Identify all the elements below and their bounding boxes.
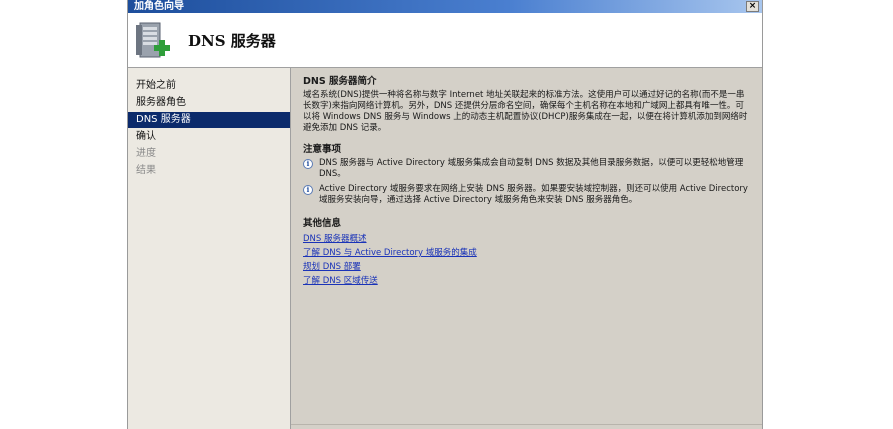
nav-item-before-you-begin[interactable]: 开始之前 [128, 78, 290, 94]
nav-item-server-roles[interactable]: 服务器角色 [128, 95, 290, 111]
notes-heading: 注意事项 [303, 144, 342, 155]
link-dns-zone-transfer[interactable]: 了解 DNS 区域传送 [303, 274, 748, 288]
intro-heading: DNS 服务器简介 [303, 76, 377, 87]
nav-item-dns-server[interactable]: DNS 服务器 [128, 112, 290, 128]
more-info-heading: 其他信息 [303, 218, 342, 229]
link-plan-dns-deployment[interactable]: 规划 DNS 部署 [303, 260, 748, 274]
close-button[interactable]: × [746, 1, 759, 12]
info-icon: i [303, 185, 313, 195]
wizard-header: DNS 服务器 [128, 13, 762, 68]
add-roles-wizard-window: 加角色向导 × DNS 服务器 开始之前 服务器角色 DNS 服务器 确认 进度… [127, 0, 763, 429]
note-item: i Active Directory 域服务要求在网络上安装 DNS 服务器。如… [303, 184, 748, 206]
info-icon: i [303, 159, 313, 169]
link-dns-overview[interactable]: DNS 服务器概述 [303, 232, 748, 246]
window-title: 加角色向导 [134, 1, 184, 12]
note-text: Active Directory 域服务要求在网络上安装 DNS 服务器。如果要… [319, 184, 748, 205]
link-dns-ad-integration[interactable]: 了解 DNS 与 Active Directory 域服务的集成 [303, 246, 748, 260]
nav-item-confirmation[interactable]: 确认 [128, 129, 290, 145]
server-add-icon [136, 22, 170, 58]
note-text: DNS 服务器与 Active Directory 域服务集成会自动复制 DNS… [319, 158, 744, 179]
note-item: i DNS 服务器与 Active Directory 域服务集成会自动复制 D… [303, 158, 748, 180]
page-title: DNS 服务器 [188, 32, 276, 50]
nav-item-results: 结果 [136, 165, 156, 176]
wizard-content: DNS 服务器简介 域名系统(DNS)提供一种将名称与数字 Internet 地… [291, 68, 762, 429]
title-bar: 加角色向导 × [128, 0, 762, 13]
close-icon: × [748, 1, 757, 11]
footer-divider [291, 424, 762, 425]
nav-item-progress: 进度 [136, 148, 156, 159]
wizard-nav: 开始之前 服务器角色 DNS 服务器 确认 进度 结果 [128, 68, 291, 429]
intro-text: 域名系统(DNS)提供一种将名称与数字 Internet 地址关联起来的标准方法… [303, 90, 748, 133]
